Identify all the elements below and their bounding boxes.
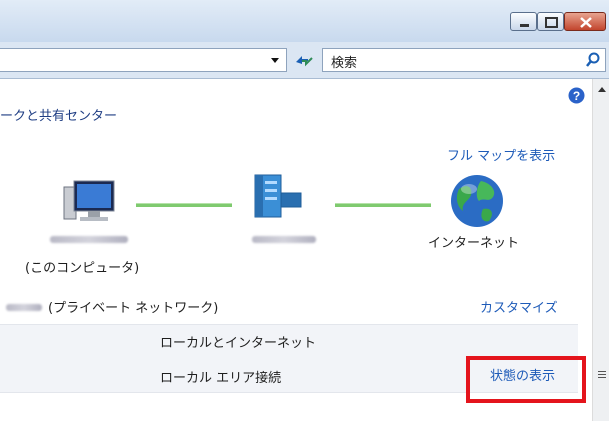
computer-icon [63, 180, 115, 221]
globe-icon [451, 175, 503, 227]
close-button[interactable] [564, 12, 606, 31]
search-placeholder: 検索 [331, 56, 358, 71]
computer-label: (このコンピュータ) [25, 261, 140, 276]
network-device-icon [254, 174, 302, 218]
address-bar[interactable] [0, 48, 287, 72]
search-icon[interactable] [585, 52, 601, 68]
refresh-icon[interactable] [294, 52, 314, 68]
vertical-scrollbar[interactable] [592, 79, 609, 421]
connector-line [335, 203, 431, 207]
minimize-icon [520, 24, 529, 27]
title-bar [0, 0, 609, 42]
access-type-value: ローカルとインターネット [160, 336, 317, 351]
redacted-computer-name [50, 236, 128, 243]
highlight-box [466, 356, 586, 403]
redacted-network-name [6, 304, 42, 311]
internet-label: インターネット [428, 236, 520, 251]
maximize-icon [545, 17, 558, 28]
chevron-down-icon[interactable] [270, 50, 280, 70]
page-title: ークと共有センター [0, 109, 118, 124]
scroll-grip-icon[interactable] [597, 369, 607, 379]
close-icon [580, 17, 592, 28]
chevron-up-icon[interactable] [597, 85, 607, 93]
full-map-link[interactable]: フル マップを表示 [447, 145, 555, 164]
search-field[interactable]: 検索 [322, 48, 606, 72]
network-type-label: (プライベート ネットワーク) [48, 301, 219, 316]
address-bar-row: 検索 [0, 42, 609, 79]
svg-text:?: ? [573, 89, 580, 103]
connection-value: ローカル エリア接続 [160, 371, 282, 386]
connector-line [136, 203, 232, 207]
help-icon[interactable]: ? [568, 87, 585, 104]
maximize-button[interactable] [537, 12, 564, 31]
minimize-button[interactable] [510, 12, 537, 31]
redacted-device-name [252, 236, 316, 243]
customize-link[interactable]: カスタマイズ [480, 297, 558, 316]
